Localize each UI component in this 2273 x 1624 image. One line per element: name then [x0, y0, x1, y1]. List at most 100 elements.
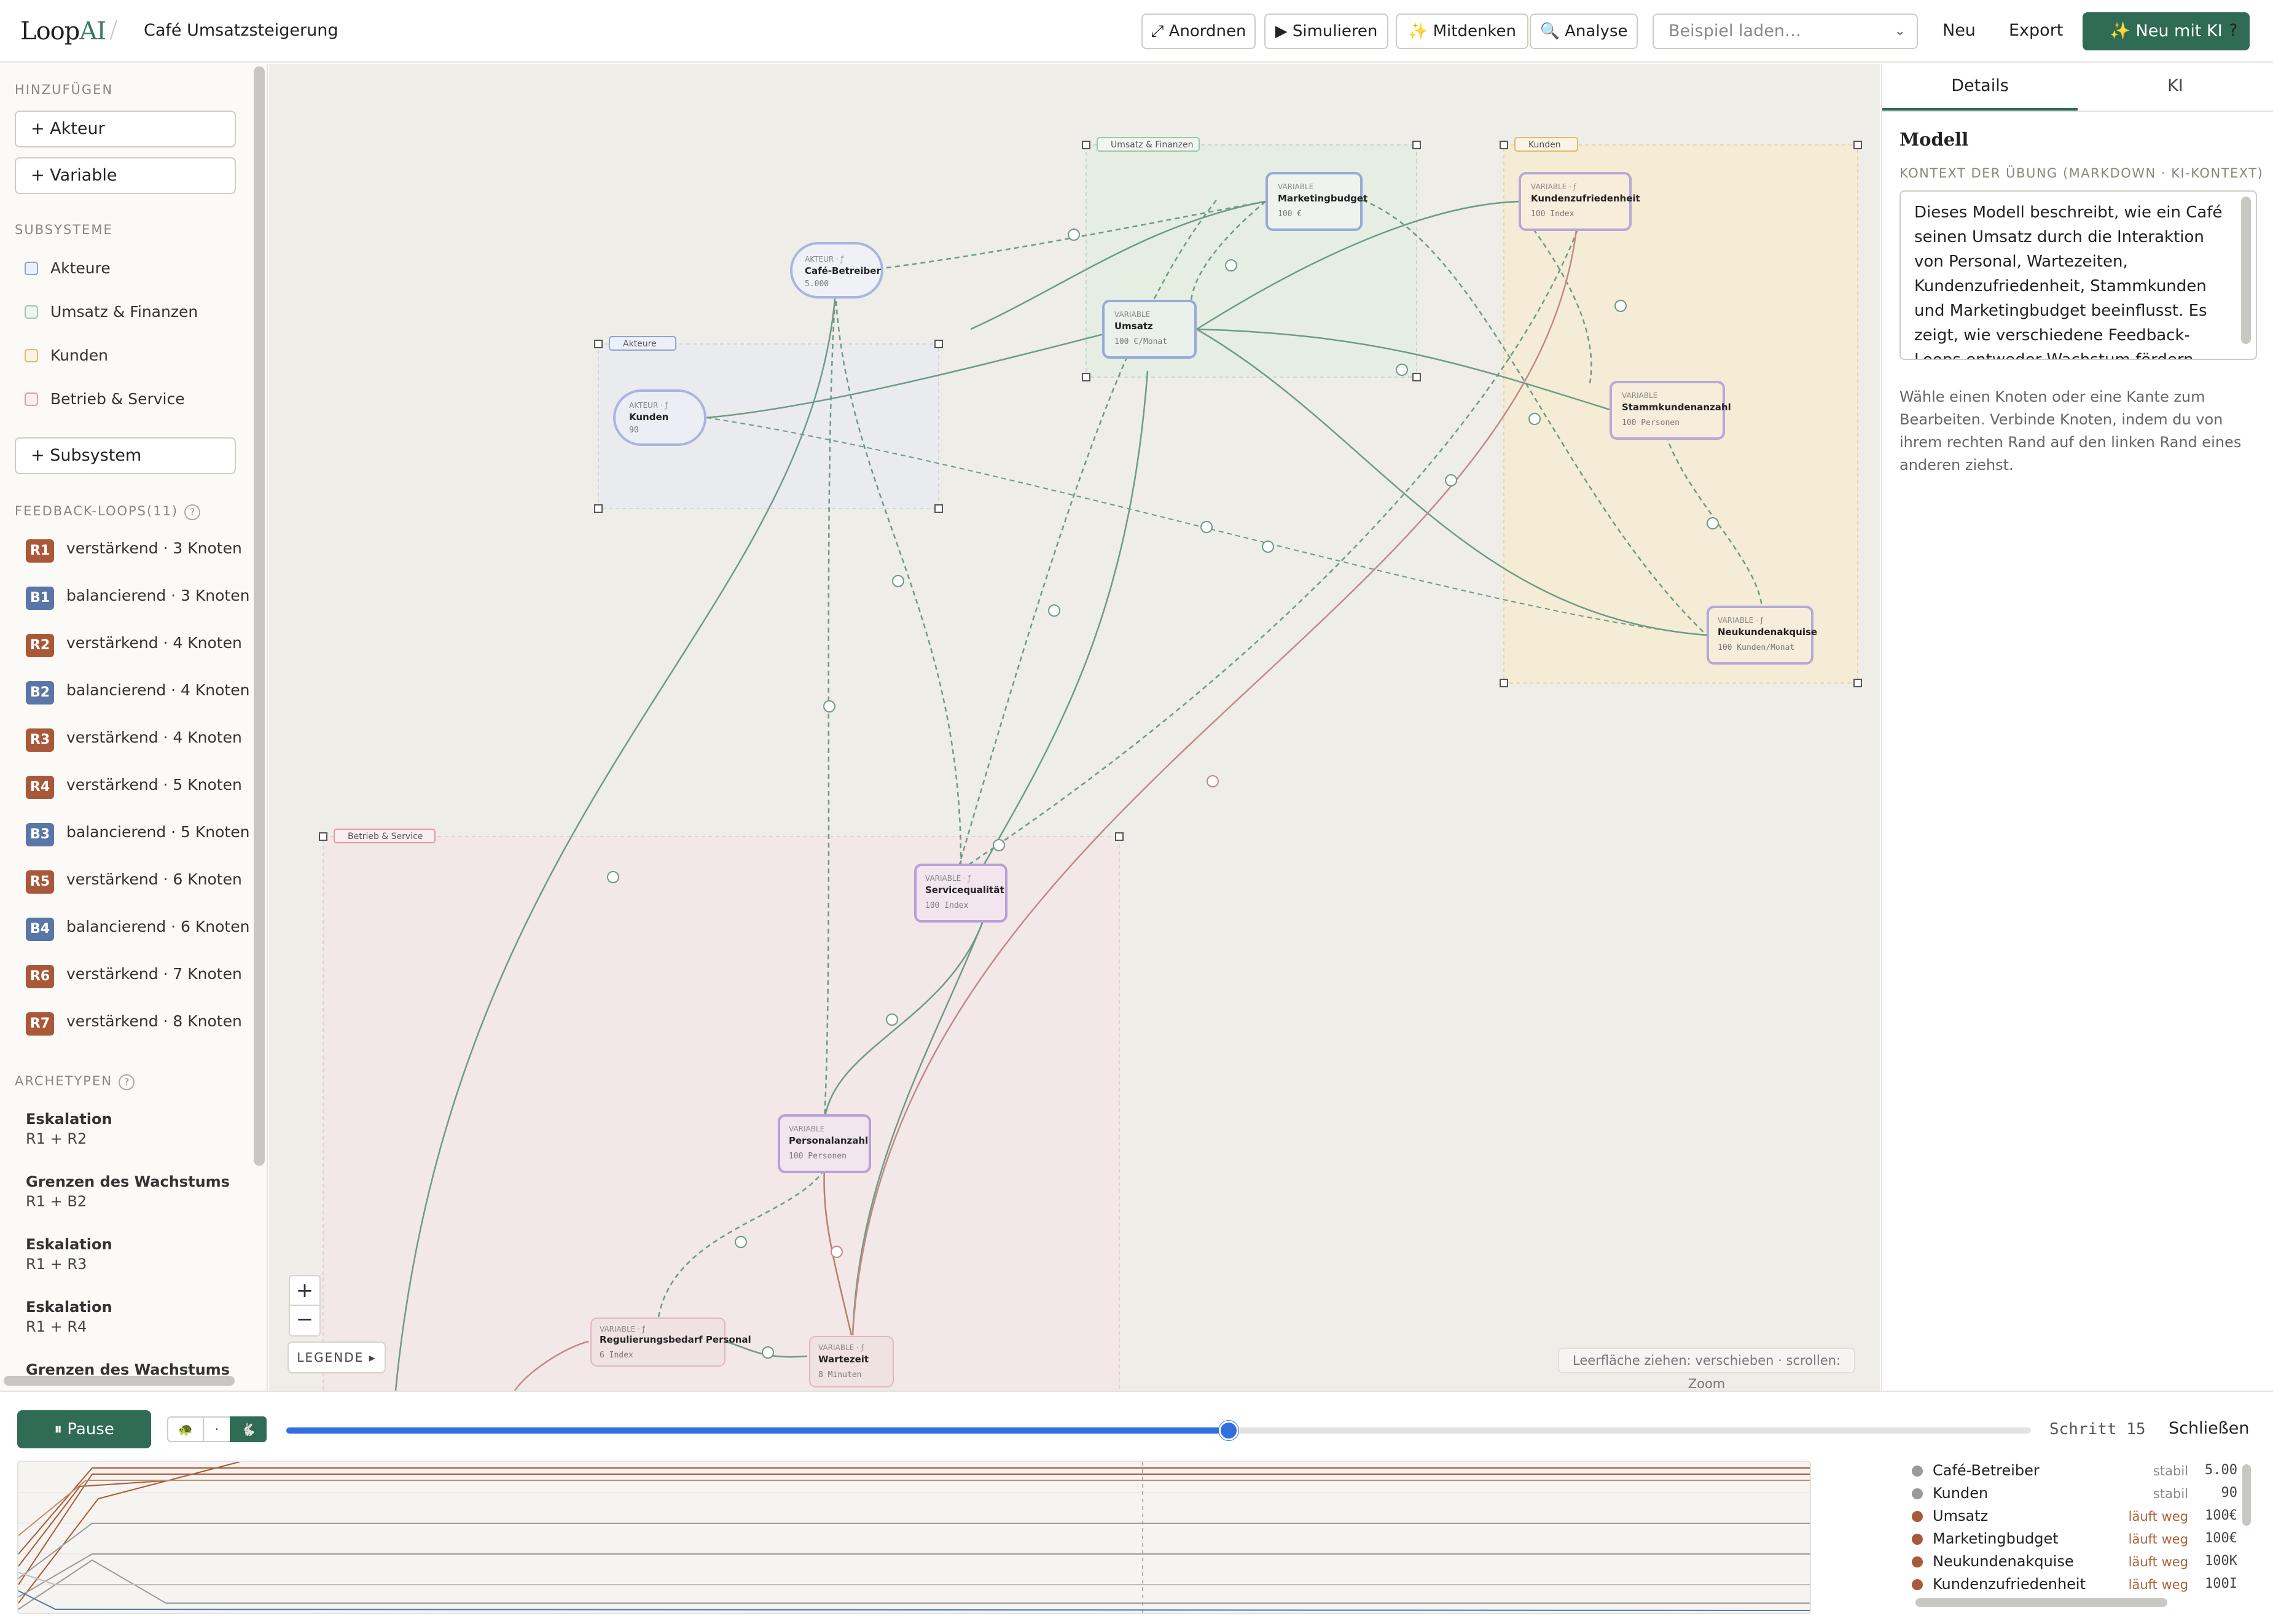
node-kunden[interactable]: AKTEUR · ƒ Kunden 90: [613, 389, 706, 446]
plus-icon[interactable]: [1528, 413, 1541, 425]
model-title[interactable]: Café Umsatzsteigerung: [144, 21, 338, 40]
context-scrollbar[interactable]: [2241, 197, 2251, 344]
legend-row[interactable]: Neukundenakquise läuft weg 100K: [1909, 1552, 2241, 1574]
arrange-button[interactable]: ⤢ Anordnen: [1141, 14, 1256, 49]
new-with-ai-button[interactable]: ✨ Neu mit KI: [2083, 12, 2250, 50]
series-status: läuft weg: [2128, 1532, 2188, 1547]
zoom-out-button[interactable]: −: [289, 1306, 321, 1337]
plus-icon[interactable]: [607, 871, 619, 883]
help-button[interactable]: ?: [2229, 21, 2237, 40]
plus-icon[interactable]: [1614, 300, 1627, 312]
legend-button[interactable]: LEGENDE ▸: [288, 1341, 386, 1373]
loop-text: verstärkend · 7 Knoten: [66, 965, 242, 983]
sidebar-horizontal-scrollbar[interactable]: [4, 1376, 235, 1386]
legend-horizontal-scrollbar[interactable]: [1915, 1598, 2167, 1607]
node-wartezeit[interactable]: VARIABLE · ƒ Wartezeit 8 Minuten: [809, 1336, 894, 1388]
simulate-button[interactable]: ▶ Simulieren: [1264, 14, 1388, 49]
app-logo[interactable]: LoopAI: [20, 17, 106, 45]
add-actor-button[interactable]: + Akteur: [15, 111, 236, 147]
plus-icon[interactable]: [823, 700, 835, 712]
new-button[interactable]: Neu: [1942, 21, 1976, 40]
context-textarea[interactable]: Dieses Modell beschreibt, wie ein Café s…: [1899, 190, 2257, 360]
plus-icon[interactable]: [1445, 474, 1457, 486]
tab-details[interactable]: Details: [1882, 64, 2078, 111]
loop-item-r4[interactable]: R4 verstärkend · 5 Knoten: [26, 776, 242, 799]
node-kundenzufriedenheit[interactable]: VARIABLE · ƒ Kundenzufriedenheit 100 Ind…: [1519, 172, 1640, 231]
node-personalanzahl[interactable]: VARIABLE Personalanzahl 100 Personen: [778, 1114, 871, 1173]
plus-icon[interactable]: [1262, 541, 1274, 553]
add-subsystem-button[interactable]: + Subsystem: [15, 437, 236, 474]
loop-item-r1[interactable]: R1 verstärkend · 3 Knoten: [26, 539, 242, 563]
group-label: Kunden: [1528, 140, 1561, 150]
plus-icon[interactable]: [1707, 517, 1719, 529]
node-stammkundenanzahl[interactable]: VARIABLE Stammkundenanzahl 100 Personen: [1610, 381, 1731, 440]
archetype-item[interactable]: Eskalation R1 + R4: [26, 1297, 112, 1337]
plus-icon[interactable]: [993, 839, 1005, 851]
plus-icon[interactable]: [1396, 364, 1408, 376]
step-slider[interactable]: [286, 1421, 2031, 1440]
node-value: 100 Index: [925, 901, 969, 910]
loop-item-b2[interactable]: B2 balancierend · 4 Knoten: [26, 681, 249, 705]
plus-icon[interactable]: [762, 1346, 774, 1359]
example-select[interactable]: Beispiel laden… ⌄: [1653, 14, 1918, 49]
plus-icon[interactable]: [1225, 259, 1237, 271]
subsystem-item-betrieb[interactable]: Betrieb & Service: [25, 390, 185, 408]
speed-fast-button[interactable]: 🐇: [230, 1416, 267, 1442]
loop-item-r3[interactable]: R3 verstärkend · 4 Knoten: [26, 728, 242, 752]
sidebar-scrollbar[interactable]: [254, 66, 265, 1166]
legend-row[interactable]: Kunden stabil 90: [1909, 1483, 2241, 1505]
plus-icon[interactable]: [1200, 521, 1213, 533]
legend-row[interactable]: Umsatz läuft weg 100€: [1909, 1506, 2241, 1528]
plus-icon[interactable]: [886, 1013, 898, 1026]
plus-icon[interactable]: [1068, 228, 1080, 241]
node-umsatz[interactable]: VARIABLE Umsatz 100 €/Monat: [1102, 300, 1197, 359]
node-marketingbudget[interactable]: VARIABLE Marketingbudget 100 €: [1266, 172, 1367, 231]
step-slider-fill: [286, 1427, 1229, 1434]
context-label: KONTEXT DER ÜBUNG (MARKDOWN · KI-KONTEXT…: [1899, 166, 2264, 181]
node-value: 100 Kunden/Monat: [1718, 643, 1794, 652]
plus-icon[interactable]: [1048, 604, 1060, 617]
minus-icon[interactable]: [1207, 775, 1219, 787]
legend-scrollbar[interactable]: [2242, 1464, 2251, 1526]
node-servicequalitaet[interactable]: VARIABLE · ƒ Servicequalität 100 Index: [914, 864, 1007, 923]
node-cafe-betreiber[interactable]: AKTEUR · ƒ Café-Betreiber 5.000: [790, 242, 883, 299]
close-simulation-button[interactable]: Schließen: [2169, 1419, 2249, 1438]
pause-button[interactable]: ⏸ Pause: [17, 1410, 151, 1448]
minus-icon[interactable]: [831, 1246, 843, 1258]
step-slider-handle[interactable]: [1218, 1421, 1238, 1440]
analysis-button[interactable]: 🔍 Analyse: [1530, 14, 1638, 49]
co-think-button[interactable]: ✨ Mitdenken: [1396, 14, 1528, 49]
node-value: 100 €: [1278, 209, 1302, 219]
zoom-in-button[interactable]: +: [289, 1275, 321, 1306]
loop-item-r6[interactable]: R6 verstärkend · 7 Knoten: [26, 965, 242, 988]
archetype-item[interactable]: Eskalation R1 + R2: [26, 1109, 112, 1149]
loop-item-b4[interactable]: B4 balancierend · 6 Knoten: [26, 918, 249, 941]
speed-slow-button[interactable]: 🐢: [167, 1416, 204, 1442]
edge-umsatz-service[interactable]: [980, 370, 1149, 869]
loop-item-b1[interactable]: B1 balancierend · 3 Knoten: [26, 587, 249, 610]
legend-row[interactable]: Marketingbudget läuft weg 100€: [1909, 1529, 2241, 1551]
node-name: Kundenzufriedenheit: [1531, 193, 1640, 204]
tab-ki[interactable]: KI: [2078, 64, 2273, 111]
diagram-canvas[interactable]: Umsatz & Finanzen Kunden Akteure Betrieb…: [269, 64, 1880, 1391]
subsystem-item-kunden[interactable]: Kunden: [25, 346, 108, 364]
legend-row[interactable]: Café-Betreiber stabil 5.00: [1909, 1461, 2241, 1483]
plus-icon[interactable]: [735, 1236, 747, 1248]
archetype-loops: R1 + B2: [26, 1193, 87, 1210]
loop-item-r5[interactable]: R5 verstärkend · 6 Knoten: [26, 870, 242, 894]
archetype-item[interactable]: Eskalation R1 + R3: [26, 1235, 112, 1274]
add-variable-button[interactable]: + Variable: [15, 157, 236, 194]
archetype-item[interactable]: Grenzen des Wachstums R1 + B2: [26, 1172, 230, 1211]
loop-item-b3[interactable]: B3 balancierend · 5 Knoten: [26, 823, 249, 846]
subsystem-item-umsatz[interactable]: Umsatz & Finanzen: [25, 303, 198, 321]
speed-normal-button[interactable]: ·: [203, 1416, 231, 1442]
help-icon[interactable]: ?: [118, 1074, 135, 1090]
loop-item-r7[interactable]: R7 verstärkend · 8 Knoten: [26, 1012, 242, 1036]
subsystem-item-akteure[interactable]: Akteure: [25, 259, 111, 277]
legend-row[interactable]: Kundenzufriedenheit läuft weg 100I: [1909, 1574, 2241, 1596]
node-neukundenakquise[interactable]: VARIABLE · ƒ Neukundenakquise 100 Kunden…: [1707, 606, 1817, 665]
help-icon[interactable]: ?: [184, 504, 201, 520]
plus-icon[interactable]: [892, 575, 904, 587]
loop-item-r2[interactable]: R2 verstärkend · 4 Knoten: [26, 634, 242, 657]
export-button[interactable]: Export: [2009, 21, 2063, 40]
